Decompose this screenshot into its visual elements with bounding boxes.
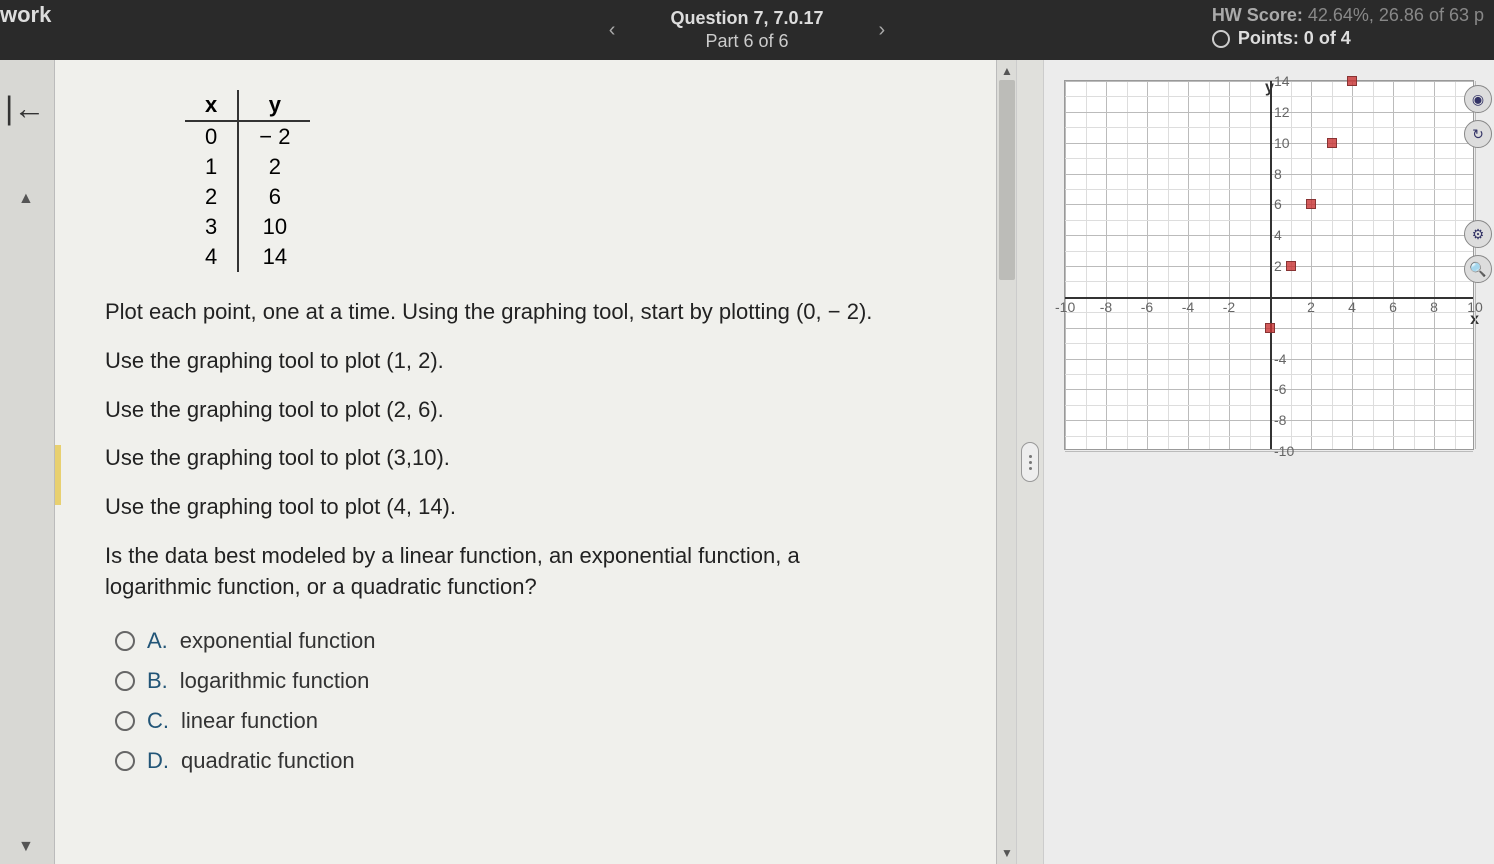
- highlight-marker: [55, 445, 61, 505]
- radio-icon[interactable]: [115, 631, 135, 651]
- y-tick-label: 12: [1274, 104, 1290, 120]
- radio-icon[interactable]: [115, 711, 135, 731]
- xy-table: x y 0− 2 12 26 310 414: [185, 90, 310, 272]
- option-text: quadratic function: [181, 748, 355, 774]
- top-bar: work ‹ Question 7, 7.0.17 Part 6 of 6 › …: [0, 0, 1494, 60]
- y-tick-label: 6: [1274, 196, 1282, 212]
- option-letter: D.: [147, 748, 169, 774]
- x-tick-label: -8: [1096, 299, 1116, 315]
- instruction-text: Use the graphing tool to plot (4, 14).: [105, 492, 986, 523]
- pane-divider[interactable]: [1016, 60, 1044, 864]
- points-text: Points: 0 of 4: [1238, 28, 1351, 49]
- question-part: Part 6 of 6: [705, 31, 788, 52]
- table-row: 310: [185, 212, 310, 242]
- hw-score-label: HW Score:: [1212, 5, 1303, 25]
- x-tick-label: -2: [1219, 299, 1239, 315]
- table-header-x: x: [185, 90, 238, 121]
- x-tick-label: 10: [1465, 299, 1485, 315]
- x-tick-label: -10: [1055, 299, 1075, 315]
- collapse-button[interactable]: |←: [5, 90, 45, 127]
- graph-tool-button-2[interactable]: ↻: [1464, 120, 1492, 148]
- answer-options: A. exponential function B. logarithmic f…: [115, 628, 986, 774]
- main-area: |← ▲ ▼ x y 0− 2 12 26 310 414 Plot each …: [0, 60, 1494, 864]
- option-letter: A.: [147, 628, 168, 654]
- table-row: 414: [185, 242, 310, 272]
- instruction-text: Use the graphing tool to plot (3,10).: [105, 443, 986, 474]
- table-header-y: y: [238, 90, 310, 121]
- y-tick-label: -4: [1274, 351, 1286, 367]
- option-d[interactable]: D. quadratic function: [115, 748, 986, 774]
- points-status-icon: [1212, 30, 1230, 48]
- y-tick-label: 4: [1274, 227, 1282, 243]
- x-tick-label: 2: [1301, 299, 1321, 315]
- question-prompt: Is the data best modeled by a linear fun…: [105, 541, 805, 603]
- table-row: 0− 2: [185, 121, 310, 152]
- y-tick-label: -8: [1274, 412, 1286, 428]
- table-row: 12: [185, 152, 310, 182]
- option-text: logarithmic function: [180, 668, 370, 694]
- gutter-scroll-down-icon[interactable]: ▼: [18, 838, 34, 856]
- instruction-text: Use the graphing tool to plot (2, 6).: [105, 395, 986, 426]
- y-tick-label: -10: [1274, 443, 1294, 459]
- option-text: exponential function: [180, 628, 376, 654]
- option-c[interactable]: C. linear function: [115, 708, 986, 734]
- x-tick-label: -4: [1178, 299, 1198, 315]
- y-tick-label: 8: [1274, 166, 1282, 182]
- radio-icon[interactable]: [115, 671, 135, 691]
- instruction-text: Plot each point, one at a time. Using th…: [105, 297, 986, 328]
- plotted-point[interactable]: [1286, 261, 1296, 271]
- question-nav: ‹ Question 7, 7.0.17 Part 6 of 6 ›: [594, 8, 900, 52]
- scroll-thumb[interactable]: [999, 80, 1015, 280]
- score-panel: HW Score: 42.64%, 26.86 of 63 p Points: …: [1212, 5, 1484, 49]
- plotted-point[interactable]: [1347, 76, 1357, 86]
- coordinate-plane[interactable]: y x -10-8-6-4-2246810-10-8-6-42468101214: [1064, 80, 1474, 450]
- scroll-down-icon[interactable]: ▼: [1001, 846, 1013, 860]
- option-letter: B.: [147, 668, 168, 694]
- hw-score: HW Score: 42.64%, 26.86 of 63 p: [1212, 5, 1484, 26]
- y-tick-label: 2: [1274, 258, 1282, 274]
- y-tick-label: 10: [1274, 135, 1290, 151]
- gutter-scroll-up-icon[interactable]: ▲: [18, 190, 34, 208]
- y-tick-label: 14: [1274, 73, 1290, 89]
- graph-tool-button-1[interactable]: ◉: [1464, 85, 1492, 113]
- plotted-point[interactable]: [1306, 199, 1316, 209]
- scroll-up-icon[interactable]: ▲: [1001, 64, 1013, 78]
- x-tick-label: 4: [1342, 299, 1362, 315]
- graph-tool-button-4[interactable]: 🔍: [1464, 255, 1492, 283]
- option-text: linear function: [181, 708, 318, 734]
- x-tick-label: 6: [1383, 299, 1403, 315]
- table-row: 26: [185, 182, 310, 212]
- points-row: Points: 0 of 4: [1212, 28, 1484, 49]
- x-tick-label: 8: [1424, 299, 1444, 315]
- assignment-label: work: [0, 2, 51, 28]
- x-tick-label: -6: [1137, 299, 1157, 315]
- question-number: Question 7, 7.0.17: [670, 8, 823, 29]
- instruction-text: Use the graphing tool to plot (1, 2).: [105, 346, 986, 377]
- option-a[interactable]: A. exponential function: [115, 628, 986, 654]
- graph-panel-container: y x -10-8-6-4-2246810-10-8-6-42468101214…: [1044, 60, 1494, 864]
- divider-handle-icon[interactable]: [1021, 442, 1039, 482]
- next-question-button[interactable]: ›: [864, 14, 901, 47]
- y-tick-label: -6: [1274, 381, 1286, 397]
- hw-score-value: 42.64%, 26.86 of 63 p: [1308, 5, 1484, 25]
- content-scrollbar[interactable]: ▲ ▼: [996, 60, 1016, 864]
- question-info: Question 7, 7.0.17 Part 6 of 6: [670, 8, 823, 52]
- left-gutter: |← ▲ ▼: [0, 60, 55, 864]
- question-content: x y 0− 2 12 26 310 414 Plot each point, …: [55, 60, 1016, 864]
- plotted-point[interactable]: [1327, 138, 1337, 148]
- radio-icon[interactable]: [115, 751, 135, 771]
- graph-tool-button-3[interactable]: ⚙: [1464, 220, 1492, 248]
- prev-question-button[interactable]: ‹: [594, 14, 631, 47]
- plotted-point[interactable]: [1265, 323, 1275, 333]
- option-letter: C.: [147, 708, 169, 734]
- option-b[interactable]: B. logarithmic function: [115, 668, 986, 694]
